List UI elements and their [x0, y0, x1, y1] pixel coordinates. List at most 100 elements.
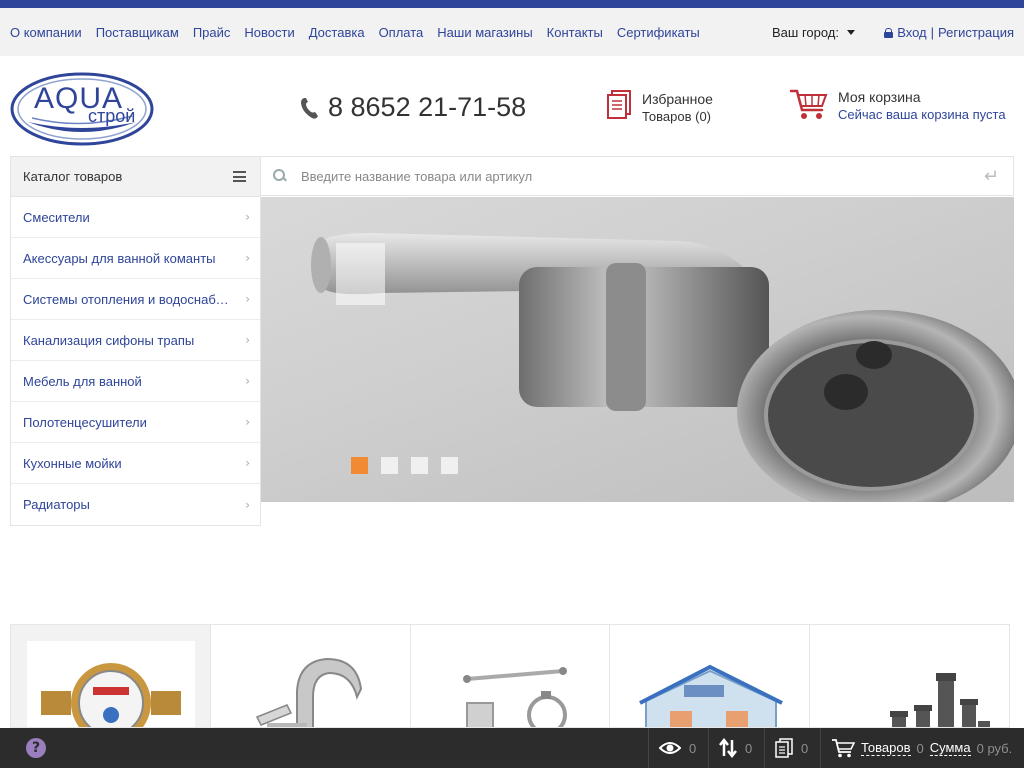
register-link[interactable]: Регистрация	[938, 25, 1014, 40]
catalog-item-label: Канализация сифоны трапы	[23, 332, 195, 348]
favorites-block[interactable]: Избранное Товаров (0)	[606, 90, 713, 124]
footer-cart[interactable]: Товаров 0 Сумма 0 руб.	[820, 728, 1012, 768]
logo-text-bottom: строй	[88, 106, 136, 126]
chevron-right-icon: ›	[245, 292, 250, 306]
catalog-item-label: Полотенцесушители	[23, 414, 147, 430]
nav-link-price[interactable]: Прайс	[193, 25, 231, 40]
favorites-count: Товаров (0)	[642, 109, 712, 124]
phone-number: 8 8652 21-71-58	[328, 92, 527, 122]
slider-dot-3[interactable]	[411, 457, 428, 474]
chevron-right-icon: ›	[245, 415, 250, 429]
product-categories-row	[10, 624, 1010, 728]
chevron-right-icon: ›	[245, 251, 250, 265]
compare-icon	[719, 738, 737, 758]
water-meter-image	[27, 641, 195, 727]
cart-title: Моя корзина	[838, 89, 921, 105]
auth-separator: |	[930, 25, 934, 40]
catalog-item-label: Мебель для ванной	[23, 373, 142, 389]
help-icon[interactable]: ?	[26, 738, 46, 758]
phone-block[interactable]: 8 8652 21-71-58	[300, 92, 526, 123]
footer-sum-label[interactable]: Сумма	[929, 740, 971, 756]
chevron-right-icon: ›	[245, 456, 250, 470]
compare-count: 0	[745, 740, 753, 756]
nav-link-shops[interactable]: Наши магазины	[437, 25, 532, 40]
city-label: Ваш город:	[772, 25, 839, 40]
favorites-icon	[607, 90, 631, 119]
hero-banner[interactable]	[261, 197, 1014, 502]
sticky-footer-bar: ? 0 0 0 Товаров 0 Сумма 0 руб.	[0, 728, 1024, 768]
nav-link-contacts[interactable]: Контакты	[547, 25, 603, 40]
chevron-right-icon: ›	[245, 374, 250, 388]
footer-sum-value: 0 руб.	[976, 740, 1013, 756]
chevron-right-icon: ›	[245, 497, 250, 512]
catalog-item-heating[interactable]: Системы отопления и водоснабжения ›	[11, 279, 260, 320]
nav-link-suppliers[interactable]: Поставщикам	[96, 25, 179, 40]
catalog-item-label: Системы отопления и водоснабжения	[23, 291, 237, 307]
top-nav-links: О компании Поставщикам Прайс Новости Дос…	[10, 25, 714, 40]
favorites-title: Избранное	[642, 91, 713, 107]
favorites-footer-count: 0	[801, 740, 809, 756]
house-heating-image	[639, 664, 784, 727]
catalog-item-label: Радиаторы	[23, 497, 90, 512]
nav-link-about[interactable]: О компании	[10, 25, 82, 40]
caret-down-icon	[847, 30, 855, 35]
catalog-item-label: Акессуары для ванной команты	[23, 250, 216, 266]
slider-dot-2[interactable]	[381, 457, 398, 474]
search-icon	[273, 169, 287, 183]
catalog-item-radiators[interactable]: Радиаторы ›	[11, 484, 260, 525]
catalog-item-sewerage[interactable]: Канализация сифоны трапы ›	[11, 320, 260, 361]
pipes-image	[890, 673, 991, 727]
product-card-sewerage-pipes[interactable]	[810, 625, 1009, 727]
footer-cart-label[interactable]: Товаров	[861, 740, 911, 756]
eye-icon	[659, 742, 681, 754]
enter-icon[interactable]: ↵	[984, 166, 999, 187]
viewed-products[interactable]: 0	[648, 728, 696, 768]
catalog-item-furniture[interactable]: Мебель для ванной ›	[11, 361, 260, 402]
cart-icon	[790, 89, 828, 119]
catalog-item-bath-accessories[interactable]: Акессуары для ванной команты ›	[11, 238, 260, 279]
nav-link-delivery[interactable]: Доставка	[309, 25, 365, 40]
product-card-mixer[interactable]	[211, 625, 411, 727]
catalog-menu: Каталог товаров Смесители › Акессуары дл…	[10, 156, 261, 526]
lock-icon	[884, 27, 894, 38]
catalog-item-label: Смесители	[23, 209, 90, 225]
auth-links: Вход | Регистрация	[884, 25, 1014, 40]
catalog-item-towel-dryers[interactable]: Полотенцесушители ›	[11, 402, 260, 443]
favorites-products[interactable]: 0	[764, 728, 808, 768]
catalog-title: Каталог товаров	[23, 169, 123, 184]
catalog-item-mixers[interactable]: Смесители ›	[11, 197, 260, 238]
nav-link-news[interactable]: Новости	[244, 25, 294, 40]
menu-icon	[233, 171, 246, 182]
chevron-right-icon: ›	[245, 333, 250, 347]
footer-cart-icon	[832, 739, 855, 758]
catalog-item-kitchen-sinks[interactable]: Кухонные мойки ›	[11, 443, 260, 484]
nav-link-certificates[interactable]: Сертификаты	[617, 25, 700, 40]
logo[interactable]: AQUA строй	[10, 72, 154, 146]
top-navigation: О компании Поставщикам Прайс Новости Дос…	[0, 8, 1024, 56]
search-input[interactable]	[301, 168, 984, 184]
cart-status[interactable]: Сейчас ваша корзина пуста	[838, 107, 1006, 122]
product-card-water-meter[interactable]	[11, 625, 211, 727]
phone-icon	[301, 97, 318, 119]
catalog-header[interactable]: Каталог товаров	[11, 157, 260, 197]
banner-thumbnail	[336, 243, 385, 305]
site-header: AQUA строй 8 8652 21-71-58 Избранное Тов…	[0, 56, 1024, 156]
search-bar: ↵	[261, 156, 1014, 196]
viewed-count: 0	[689, 740, 697, 756]
catalog-item-label: Кухонные мойки	[23, 455, 122, 471]
slider-dot-1[interactable]	[351, 457, 368, 474]
accessories-image	[462, 667, 567, 727]
slider-dot-4[interactable]	[441, 457, 458, 474]
mixer-image	[255, 657, 362, 727]
product-card-heating-systems[interactable]	[610, 625, 811, 727]
slider-dots	[351, 457, 458, 474]
top-stripe	[0, 0, 1024, 8]
login-link[interactable]: Вход	[897, 25, 926, 40]
chevron-right-icon: ›	[245, 210, 250, 224]
cart-block[interactable]: Моя корзина Сейчас ваша корзина пуста	[790, 88, 1006, 122]
compare-products[interactable]: 0	[708, 728, 752, 768]
favorites-list-icon	[775, 738, 793, 758]
city-selector[interactable]: Ваш город:	[772, 25, 855, 40]
product-card-accessories[interactable]	[411, 625, 611, 727]
nav-link-payment[interactable]: Оплата	[379, 25, 424, 40]
